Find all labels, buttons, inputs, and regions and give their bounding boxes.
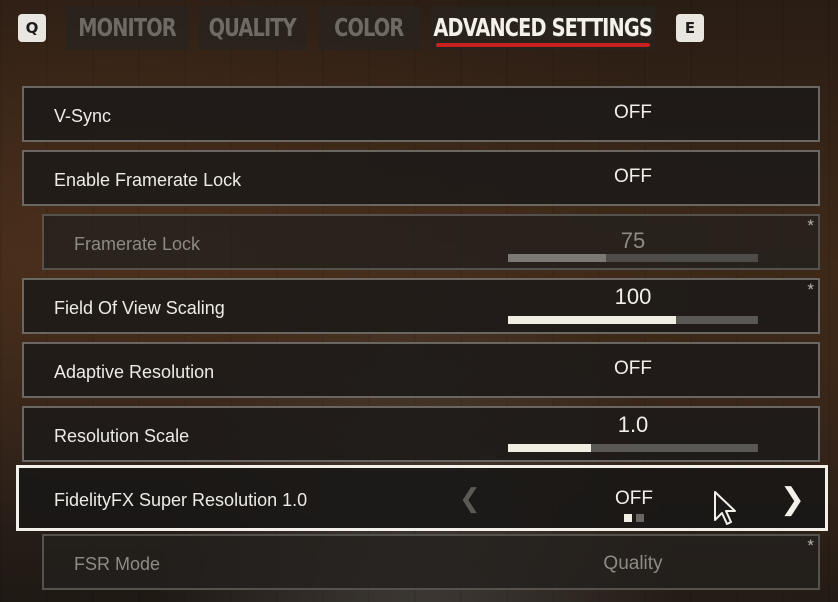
setting-label: Field Of View Scaling (54, 297, 225, 318)
option-page-indicator (624, 514, 644, 522)
tab-color[interactable]: COLOR (318, 6, 420, 50)
asterisk-marker: * (807, 216, 814, 235)
setting-label: Enable Framerate Lock (54, 169, 242, 190)
slider-fill (508, 316, 676, 324)
next-tab-key[interactable]: E (676, 14, 704, 42)
fov-scaling-slider[interactable] (508, 316, 758, 324)
framerate-lock-slider (508, 254, 758, 262)
page-dot-active (624, 514, 632, 522)
setting-value: Quality (603, 553, 663, 574)
tab-quality[interactable]: QUALITY (198, 6, 307, 50)
mouse-cursor-icon (714, 491, 736, 525)
setting-row-fov-scaling[interactable]: Field Of View Scaling 100 * (22, 278, 820, 334)
page-dot (636, 514, 644, 522)
setting-value[interactable]: OFF (508, 166, 758, 188)
asterisk-marker: * (807, 536, 814, 555)
setting-row-fsr-mode: FSR Mode Quality * (42, 534, 820, 590)
chevron-right-icon[interactable]: ❯ (780, 482, 805, 517)
active-tab-underline (435, 43, 651, 47)
setting-row-resolution-scale[interactable]: Resolution Scale 1.0 (22, 406, 820, 462)
setting-value: 75 (620, 228, 646, 253)
chevron-left-icon[interactable]: ❮ (459, 484, 481, 514)
slider-fill (508, 254, 606, 262)
setting-label: FSR Mode (74, 553, 161, 574)
slider-fill (508, 444, 591, 452)
setting-label: Adaptive Resolution (54, 361, 215, 382)
resolution-scale-slider[interactable] (508, 444, 758, 452)
tab-bar: Q MONITOR QUALITY COLOR ADVANCED SETTING… (0, 0, 838, 58)
setting-label: Framerate Lock (74, 233, 201, 254)
setting-value[interactable]: OFF (508, 358, 758, 380)
asterisk-marker: * (807, 280, 814, 299)
setting-value: 1.0 (617, 412, 649, 437)
setting-row-enable-framerate-lock[interactable]: Enable Framerate Lock OFF (22, 150, 820, 206)
setting-row-fsr[interactable]: FidelityFX Super Resolution 1.0 ❮ OFF ❯ (16, 465, 828, 531)
setting-row-adaptive-resolution[interactable]: Adaptive Resolution OFF (22, 342, 820, 398)
setting-label: Resolution Scale (54, 425, 190, 446)
setting-value: 100 (614, 284, 652, 309)
setting-label: V-Sync (54, 105, 112, 126)
setting-row-framerate-lock: Framerate Lock 75 * (42, 214, 820, 270)
prev-tab-key[interactable]: Q (18, 14, 46, 42)
tab-monitor[interactable]: MONITOR (66, 6, 189, 50)
setting-label: FidelityFX Super Resolution 1.0 (54, 489, 308, 510)
setting-row-vsync[interactable]: V-Sync OFF (22, 86, 820, 142)
setting-value[interactable]: OFF (508, 102, 758, 124)
